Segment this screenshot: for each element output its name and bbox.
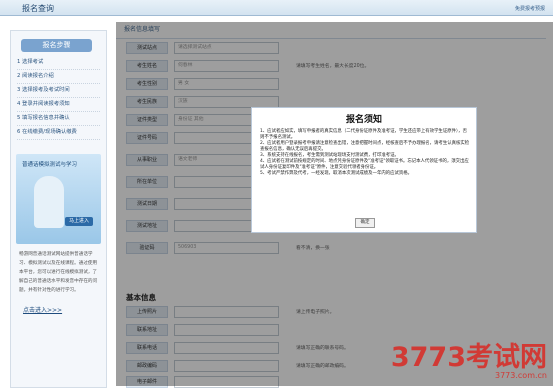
promo-title: 普通话模拟测试与学习 — [22, 162, 78, 168]
notice-item: 4、应试者在测试前按规定的时间、地点凭身份证原件及"准考证"领取证书。忘记本人代… — [260, 159, 469, 170]
promo-banner[interactable]: 普通话模拟测试与学习 马上进入 — [16, 154, 101, 244]
notice-modal: 报名须知 1、应试者应如实，填写申报者的真实信息（二代身份证原件及准考证，学生还… — [251, 107, 477, 233]
top-right-link[interactable]: 免费报考预报 — [515, 5, 545, 12]
step-item[interactable]: 4 登录并阅读报考须知 — [17, 98, 100, 112]
notice-item: 5、考试严禁作弊及代考，一经发现，取消本次测试成绩及一年内的应试资格。 — [260, 171, 413, 176]
step-item[interactable]: 1 选择考试 — [17, 56, 100, 70]
person-image — [34, 176, 64, 228]
promo-enter-button[interactable]: 马上进入 — [65, 217, 93, 226]
watermark: 3773考试网 3773.com.cn — [391, 344, 547, 380]
watermark-logo: 3773考试网 — [390, 342, 547, 373]
modal-title: 报名须知 — [345, 115, 382, 125]
step-list: 1 选择考试 2 阅读报名介绍 3 选择报考及考试时间 4 登录并阅读报考须知 … — [11, 56, 106, 140]
modal-body: 1、应试者应如实，填写申报者的真实信息（二代身份证原件及准考证，学生还应带上有效… — [260, 129, 470, 177]
page-title: 报名查询 — [22, 4, 54, 13]
confirm-button[interactable]: 确定 — [355, 218, 375, 228]
step-item[interactable]: 3 选择报考及考试时间 — [17, 84, 100, 98]
step-item[interactable]: 6 在线缴费/现场确认缴费 — [17, 126, 100, 140]
sidebar: 报名步骤 1 选择考试 2 阅读报名介绍 3 选择报考及考试时间 4 登录并阅读… — [10, 30, 107, 388]
enter-link[interactable]: 点击进入>>> — [11, 301, 106, 318]
promo-description: 畅游网普通话测试网站提供普通话学习、模拟测试以及在线课程。通过使用本平台，您可以… — [19, 252, 98, 293]
notice-item: 2、应试者用户登录报考申报请注意检查出错，注意把握时间点，经核查后不予办理报名，… — [260, 141, 470, 152]
notice-item: 1、应试者应如实，填写申报者的真实信息（二代身份证原件及准考证，学生还应带上有效… — [260, 129, 467, 140]
step-item[interactable]: 5 填写报名信息并确认 — [17, 112, 100, 126]
sidebar-heading: 报名步骤 — [21, 39, 92, 52]
top-bar: 报名查询 免费报考预报 — [0, 0, 553, 16]
step-item[interactable]: 2 阅读报名介绍 — [17, 70, 100, 84]
